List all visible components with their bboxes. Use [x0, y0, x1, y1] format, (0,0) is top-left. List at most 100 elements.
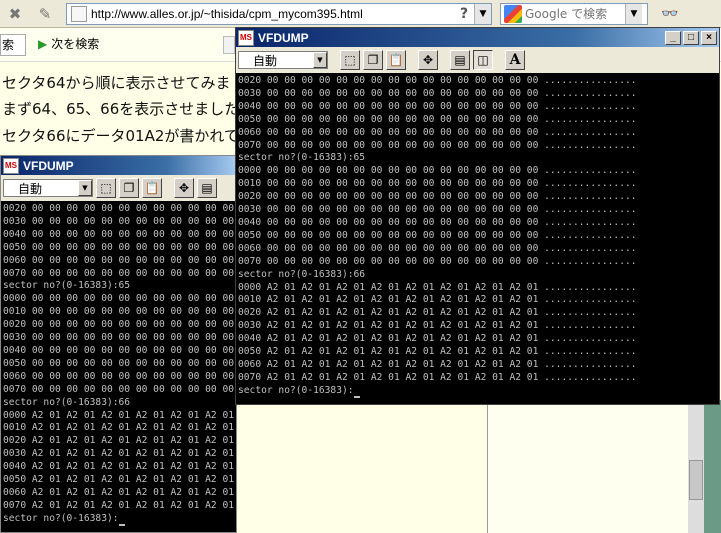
dump-line: 0000 A2 01 A2 01 A2 01 A2 01 A2 01 A2 01… [3, 409, 235, 421]
console-output[interactable]: 0020 00 00 00 00 00 00 00 00 00 00 00 00… [236, 73, 719, 404]
find-input[interactable]: 索 [0, 34, 26, 56]
scroll-track[interactable] [688, 400, 704, 533]
dump-line: 0060 00 00 00 00 00 00 00 00 00 00 00 00… [238, 242, 637, 254]
sector-prompt: sector no?(0-16383):66 [238, 268, 366, 280]
scroll-thumb[interactable] [689, 460, 703, 500]
dump-line: 0020 00 00 00 00 00 00 00 00 00 00 00 00 [3, 319, 235, 331]
close-icon[interactable]: × [701, 30, 717, 45]
dump-line: 0060 A2 01 A2 01 A2 01 A2 01 A2 01 A2 01… [3, 486, 235, 498]
address-dropdown-icon[interactable]: ▼ [474, 4, 491, 24]
article-line: セクタ66にデータ01A2が書かれて [2, 127, 239, 145]
paste-icon[interactable]: 📋 [386, 50, 406, 70]
window-titlebar[interactable]: MS VFDUMP _ □ × [236, 28, 719, 47]
fullscreen-icon[interactable]: ✥ [418, 50, 438, 70]
paste-icon[interactable]: 📋 [142, 178, 162, 198]
window-toolbar: 自動 ▼ ⬚ ❐ 📋 ✥ ▤ ◫ A [236, 47, 719, 73]
font-select-value: 自動 [253, 53, 278, 68]
search-dropdown-icon[interactable]: ▼ [625, 4, 642, 24]
dump-line: 0000 00 00 00 00 00 00 00 00 00 00 00 00… [238, 165, 637, 177]
dump-line: 0070 A2 01 A2 01 A2 01 A2 01 A2 01 A2 01… [3, 499, 235, 511]
chevron-down-icon[interactable]: ▼ [313, 52, 327, 68]
copy-icon[interactable]: ❐ [363, 50, 383, 70]
dump-line: 0050 00 00 00 00 00 00 00 00 00 00 00 00… [238, 113, 637, 125]
dump-line: 0040 A2 01 A2 01 A2 01 A2 01 A2 01 A2 01… [238, 333, 637, 345]
dump-line: 0040 00 00 00 00 00 00 00 00 00 00 00 00 [3, 228, 235, 240]
play-icon: ▶ [38, 36, 48, 51]
text-cursor [353, 395, 360, 398]
address-bar[interactable]: http://www.alles.or.jp/~thisida/cpm_myco… [66, 3, 492, 25]
search-input[interactable] [525, 7, 625, 21]
app-icon: MS [3, 157, 19, 174]
font-select-value: 自動 [18, 181, 43, 196]
fullscreen-icon[interactable]: ✥ [174, 178, 194, 198]
dump-line: 0040 00 00 00 00 00 00 00 00 00 00 00 00… [238, 216, 637, 228]
dump-line: 0070 00 00 00 00 00 00 00 00 00 00 00 00… [238, 139, 637, 151]
window-toolbar: 自動 ▼ ⬚ ❐ 📋 ✥ ▤ [1, 175, 236, 201]
sector-prompt: sector no?(0-16383):65 [3, 280, 131, 292]
pen-icon[interactable]: ✎ [34, 3, 56, 25]
dump-line: 0050 00 00 00 00 00 00 00 00 00 00 00 00… [238, 229, 637, 241]
text-cursor [118, 523, 125, 526]
dump-line: 0060 00 00 00 00 00 00 00 00 00 00 00 00… [238, 126, 637, 138]
dump-line: 0040 00 00 00 00 00 00 00 00 00 00 00 00… [238, 100, 637, 112]
search-box[interactable]: ▼ [500, 3, 648, 25]
page-background [487, 400, 721, 533]
dump-line: 0030 00 00 00 00 00 00 00 00 00 00 00 00 [3, 215, 235, 227]
dump-line: 0070 00 00 00 00 00 00 00 00 00 00 00 00… [238, 255, 637, 267]
select-icon[interactable]: ⬚ [96, 178, 116, 198]
vfdump-window-back[interactable]: MS VFDUMP 自動 ▼ ⬚ ❐ 📋 ✥ ▤ 0020 00 00 00 0… [0, 155, 237, 533]
toolbar-box [223, 36, 235, 54]
stop-icon[interactable]: ✖ [4, 3, 26, 25]
page-icon [71, 6, 87, 22]
dump-line: 0020 A2 01 A2 01 A2 01 A2 01 A2 01 A2 01… [238, 307, 637, 319]
dump-line: 0000 A2 01 A2 01 A2 01 A2 01 A2 01 A2 01… [238, 281, 637, 293]
google-icon [504, 5, 522, 23]
sector-prompt: sector no?(0-16383):65 [238, 152, 366, 164]
background-icon[interactable]: ◫ [473, 50, 493, 70]
sector-prompt: sector no?(0-16383): [3, 513, 236, 526]
dump-line: 0010 00 00 00 00 00 00 00 00 00 00 00 00 [3, 306, 235, 318]
dump-line: 0060 00 00 00 00 00 00 00 00 00 00 00 00 [3, 254, 235, 266]
sector-prompt: sector no?(0-16383):66 [3, 396, 131, 408]
font-select[interactable]: 自動 ▼ [3, 179, 93, 197]
dump-line: 0000 00 00 00 00 00 00 00 00 00 00 00 00 [3, 293, 235, 305]
dump-line: 0060 00 00 00 00 00 00 00 00 00 00 00 00 [3, 370, 235, 382]
window-title: VFDUMP [23, 158, 74, 173]
dump-line: 0030 00 00 00 00 00 00 00 00 00 00 00 00… [238, 204, 637, 216]
font-select[interactable]: 自動 ▼ [238, 51, 328, 69]
minimize-icon[interactable]: _ [665, 30, 681, 45]
help-icon[interactable]: ? [454, 6, 474, 22]
find-next-button[interactable]: ▶ 次を検索 [38, 35, 99, 52]
properties-icon[interactable]: ▤ [450, 50, 470, 70]
dump-line: 0070 00 00 00 00 00 00 00 00 00 00 00 00 [3, 383, 235, 395]
article-line: まず64、65、66を表示させました [2, 100, 240, 118]
dump-line: 0060 A2 01 A2 01 A2 01 A2 01 A2 01 A2 01… [238, 358, 637, 370]
dump-line: 0050 00 00 00 00 00 00 00 00 00 00 00 00 [3, 357, 235, 369]
copy-icon[interactable]: ❐ [119, 178, 139, 198]
browser-toolbar: ✖ ✎ http://www.alles.or.jp/~thisida/cpm_… [0, 0, 721, 28]
url-text[interactable]: http://www.alles.or.jp/~thisida/cpm_myco… [91, 7, 454, 21]
dump-line: 0030 00 00 00 00 00 00 00 00 00 00 00 00 [3, 332, 235, 344]
dump-line: 0030 00 00 00 00 00 00 00 00 00 00 00 00… [238, 87, 637, 99]
glasses-icon[interactable]: 👓 [653, 3, 687, 25]
dump-line: 0020 00 00 00 00 00 00 00 00 00 00 00 00 [3, 203, 235, 214]
console-output[interactable]: 0020 00 00 00 00 00 00 00 00 00 00 00 00… [1, 201, 236, 532]
dump-line: 0030 A2 01 A2 01 A2 01 A2 01 A2 01 A2 01… [238, 320, 637, 332]
window-titlebar[interactable]: MS VFDUMP [1, 156, 236, 175]
app-icon: MS [238, 29, 254, 46]
dump-line: 0010 A2 01 A2 01 A2 01 A2 01 A2 01 A2 01… [3, 422, 235, 434]
dump-line: 0010 A2 01 A2 01 A2 01 A2 01 A2 01 A2 01… [238, 294, 637, 306]
font-icon[interactable]: A [505, 50, 525, 70]
page-scrollbar[interactable] [688, 400, 721, 533]
dump-line: 0020 A2 01 A2 01 A2 01 A2 01 A2 01 A2 01… [3, 435, 235, 447]
dump-line: 0050 A2 01 A2 01 A2 01 A2 01 A2 01 A2 01… [238, 346, 637, 358]
vfdump-window-front[interactable]: MS VFDUMP _ □ × 自動 ▼ ⬚ ❐ 📋 ✥ ▤ ◫ A 0020 … [235, 27, 720, 405]
sector-prompt: sector no?(0-16383): [238, 385, 719, 398]
properties-icon[interactable]: ▤ [197, 178, 217, 198]
dump-line: 0010 00 00 00 00 00 00 00 00 00 00 00 00… [238, 178, 637, 190]
chevron-down-icon[interactable]: ▼ [78, 180, 92, 196]
dump-line: 0040 A2 01 A2 01 A2 01 A2 01 A2 01 A2 01… [3, 461, 235, 473]
maximize-icon[interactable]: □ [683, 30, 699, 45]
select-icon[interactable]: ⬚ [340, 50, 360, 70]
dump-line: 0020 00 00 00 00 00 00 00 00 00 00 00 00… [238, 75, 637, 86]
